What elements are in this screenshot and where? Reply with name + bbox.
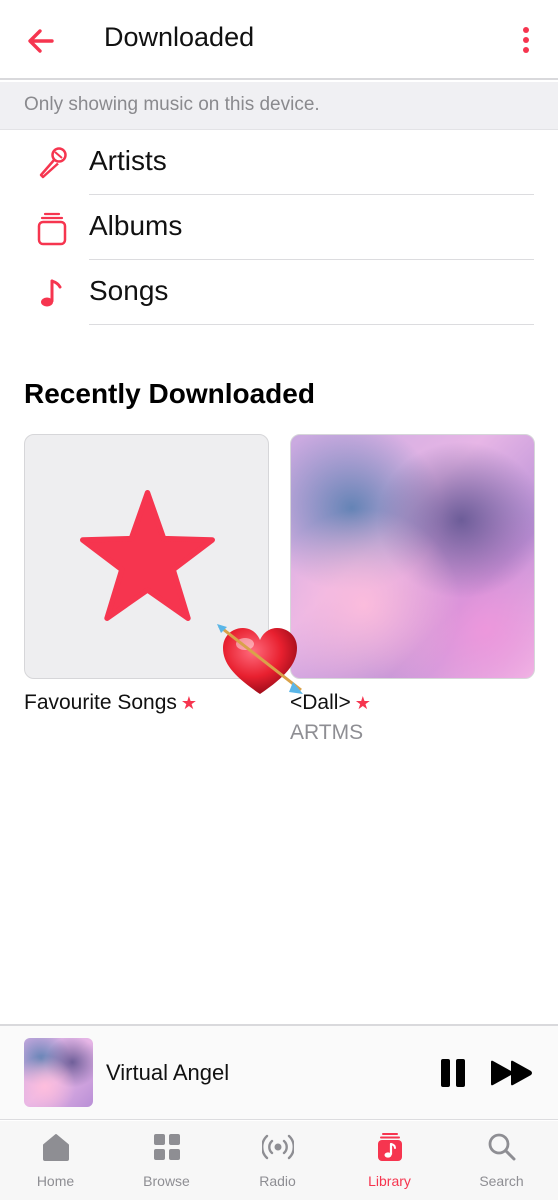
card-title: Favourite Songs xyxy=(24,691,177,714)
album-artwork[interactable] xyxy=(290,434,535,679)
tab-library[interactable]: Library xyxy=(334,1121,445,1200)
banner-text: Only showing music on this device. xyxy=(24,94,320,115)
album-stack-icon xyxy=(37,212,67,246)
tab-radio[interactable]: Radio xyxy=(222,1121,333,1200)
tab-label: Library xyxy=(368,1173,411,1189)
top-bar: Downloaded xyxy=(0,0,558,80)
more-options-icon[interactable] xyxy=(520,26,532,56)
fast-forward-icon[interactable] xyxy=(490,1060,534,1086)
heart-arrow-icon xyxy=(217,624,303,694)
tab-browse[interactable]: Browse xyxy=(111,1121,222,1200)
nav-item-songs[interactable]: Songs xyxy=(0,260,558,325)
pause-icon[interactable] xyxy=(440,1058,466,1088)
nav-item-label: Artists xyxy=(89,145,167,176)
divider xyxy=(89,324,534,325)
tab-label: Home xyxy=(36,1173,75,1189)
radio-icon xyxy=(262,1134,294,1160)
music-note-icon xyxy=(41,279,62,307)
page-title: Downloaded xyxy=(104,22,255,52)
section-title: Recently Downloaded xyxy=(24,378,315,409)
mini-player[interactable]: Virtual Angel xyxy=(0,1024,558,1120)
tab-label: Radio xyxy=(259,1173,296,1189)
card-title-row: <Dall> ★ xyxy=(290,691,535,715)
now-playing-title[interactable]: Virtual Angel xyxy=(106,1060,229,1086)
favourite-star-icon: ★ xyxy=(354,693,371,713)
home-icon xyxy=(43,1134,69,1161)
tab-home[interactable]: Home xyxy=(0,1121,111,1200)
nav-item-label: Songs xyxy=(89,275,169,306)
album-card-dall[interactable]: <Dall> ★ ARTMS xyxy=(290,434,535,745)
library-icon xyxy=(378,1133,402,1161)
library-nav-list: Artists Albums Songs xyxy=(0,130,558,325)
nav-item-label: Albums xyxy=(89,210,183,241)
now-playing-artwork[interactable] xyxy=(24,1038,93,1107)
tab-bar: Home Browse Radio Library Search xyxy=(0,1121,558,1200)
tab-search[interactable]: Search xyxy=(446,1121,557,1200)
nav-item-albums[interactable]: Albums xyxy=(0,195,558,260)
favourite-star-icon: ★ xyxy=(180,693,198,713)
microphone-icon xyxy=(39,147,67,179)
nav-item-artists[interactable]: Artists xyxy=(0,130,558,195)
back-arrow-icon[interactable] xyxy=(24,24,58,58)
card-artist: ARTMS xyxy=(290,721,364,744)
grid-icon xyxy=(154,1134,180,1160)
search-icon xyxy=(488,1133,516,1161)
star-icon xyxy=(80,490,215,621)
tab-label: Browse xyxy=(143,1173,190,1189)
tab-label: Search xyxy=(479,1173,524,1189)
device-filter-banner: Only showing music on this device. xyxy=(0,82,558,130)
